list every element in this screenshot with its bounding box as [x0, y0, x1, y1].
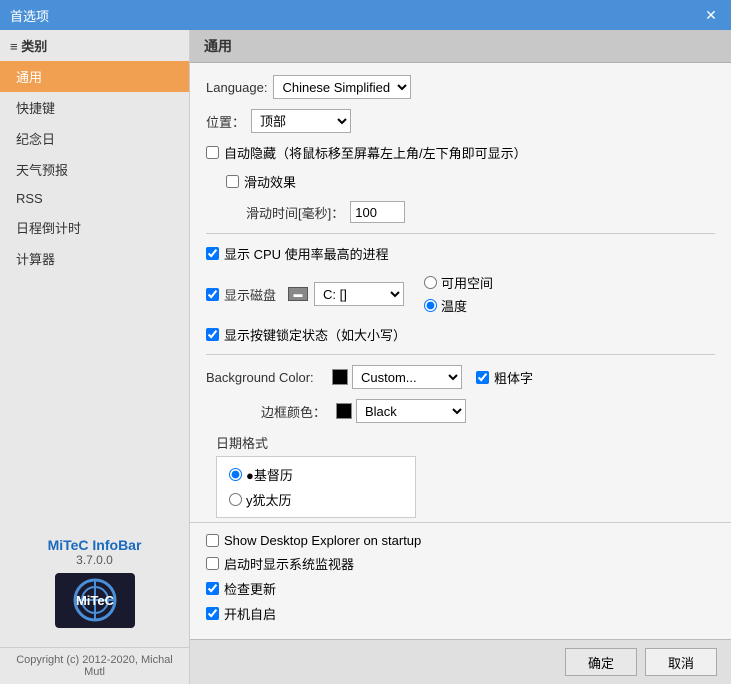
- sidebar-item-shortcuts[interactable]: 快捷键: [0, 92, 189, 123]
- date-hebrew-label[interactable]: y犹太历: [229, 490, 403, 509]
- position-select[interactable]: 顶部 底部: [251, 109, 351, 133]
- window-title: 首选项: [10, 6, 49, 25]
- sidebar-logo: MiTeC InfoBar 3.7.0.0 MiTeC: [0, 527, 189, 647]
- sidebar-section-header: ≡ 类别: [0, 30, 189, 61]
- radio-available[interactable]: [424, 276, 437, 289]
- radio-gregorian[interactable]: [229, 468, 242, 481]
- position-label: 位置：: [206, 112, 245, 131]
- auto-hide-checkbox[interactable]: [206, 146, 219, 159]
- content-area: 通用 Language: Chinese Simplified English …: [190, 30, 731, 684]
- slide-effect-label: 滑动效果: [244, 172, 296, 191]
- radio-available-label[interactable]: 可用空间: [424, 273, 493, 292]
- sidebar-copyright: Copyright (c) 2012-2020, Michal Mutl: [0, 647, 189, 684]
- show-disk-row: 显示磁盘 ▬ C: [] 可用空间: [206, 273, 715, 315]
- show-monitor-row: 启动时显示系统监视器: [206, 554, 715, 573]
- disk-select[interactable]: C: []: [314, 282, 404, 306]
- app-name: MiTeC InfoBar: [10, 537, 179, 553]
- auto-start-label: 开机自启: [224, 604, 276, 623]
- border-color-row: 边框颜色： Black White Gray Custom...: [206, 399, 715, 423]
- sidebar-item-general[interactable]: 通用: [0, 61, 189, 92]
- slide-effect-checkbox[interactable]: [226, 175, 239, 188]
- content-header: 通用: [190, 30, 731, 63]
- show-disk-checkbox[interactable]: [206, 288, 219, 301]
- slide-time-row: 滑动时间[毫秒]：: [246, 201, 715, 223]
- date-gregorian-label[interactable]: ●基督历: [229, 465, 403, 484]
- show-keylock-checkbox[interactable]: [206, 328, 219, 341]
- show-keylock-row: 显示按键锁定状态（如大小写）: [206, 325, 715, 344]
- app-version: 3.7.0.0: [10, 553, 179, 567]
- close-button[interactable]: ✕: [701, 5, 721, 25]
- check-update-checkbox[interactable]: [206, 582, 219, 595]
- bg-color-swatch: [332, 369, 348, 385]
- date-format-box: ●基督历 y犹太历: [216, 456, 416, 518]
- sidebar-item-rss[interactable]: RSS: [0, 185, 189, 212]
- radio-temp-label[interactable]: 温度: [424, 296, 493, 315]
- border-color-swatch: [336, 403, 352, 419]
- sidebar-item-calculator[interactable]: 计算器: [0, 243, 189, 274]
- bg-color-label: Background Color:: [206, 370, 326, 385]
- show-desktop-row: Show Desktop Explorer on startup: [206, 533, 715, 548]
- confirm-button[interactable]: 确定: [565, 648, 637, 676]
- date-format-section: 日期格式 ●基督历 y犹太历: [206, 433, 715, 518]
- slide-time-label: 滑动时间[毫秒]：: [246, 203, 344, 222]
- show-cpu-label: 显示 CPU 使用率最高的进程: [224, 244, 389, 263]
- bold-label: 粗体字: [494, 368, 533, 387]
- radio-temp[interactable]: [424, 299, 437, 312]
- auto-hide-row: 自动隐藏（将鼠标移至屏幕左上角/左下角即可显示）: [206, 143, 715, 162]
- mitec-logo: MiTeC: [55, 573, 135, 628]
- show-monitor-label: 启动时显示系统监视器: [224, 554, 354, 573]
- auto-start-row: 开机自启: [206, 604, 715, 623]
- sidebar-item-weather[interactable]: 天气预报: [0, 154, 189, 185]
- radio-hebrew[interactable]: [229, 493, 242, 506]
- show-disk-label: 显示磁盘: [224, 285, 276, 304]
- svg-text:MiTeC: MiTeC: [75, 593, 114, 608]
- position-row: 位置： 顶部 底部: [206, 109, 715, 133]
- disk-icon: ▬: [288, 287, 308, 301]
- bg-color-row: Background Color: Custom... Black White …: [206, 365, 715, 389]
- show-cpu-checkbox[interactable]: [206, 247, 219, 260]
- language-label: Language:: [206, 80, 267, 95]
- auto-hide-label: 自动隐藏（将鼠标移至屏幕左上角/左下角即可显示）: [224, 143, 527, 162]
- content-body: Language: Chinese Simplified English Ger…: [190, 63, 731, 522]
- bold-container: 粗体字: [476, 368, 533, 387]
- show-cpu-row: 显示 CPU 使用率最高的进程: [206, 244, 715, 263]
- disk-select-container: ▬ C: []: [288, 282, 404, 306]
- bottom-section: Show Desktop Explorer on startup 启动时显示系统…: [190, 522, 731, 639]
- date-format-label: 日期格式: [216, 433, 709, 452]
- check-update-label: 检查更新: [224, 579, 276, 598]
- show-monitor-checkbox[interactable]: [206, 557, 219, 570]
- slide-time-input[interactable]: [350, 201, 405, 223]
- sidebar-item-anniversary[interactable]: 纪念日: [0, 123, 189, 154]
- bg-color-select[interactable]: Custom... Black White: [352, 365, 462, 389]
- slide-effect-row: 滑动效果: [226, 172, 715, 191]
- sidebar-item-countdown[interactable]: 日程倒计时: [0, 212, 189, 243]
- language-select[interactable]: Chinese Simplified English German French: [273, 75, 411, 99]
- title-bar: 首选项 ✕: [0, 0, 731, 30]
- auto-start-checkbox[interactable]: [206, 607, 219, 620]
- border-color-select[interactable]: Black White Gray Custom...: [356, 399, 466, 423]
- sidebar: ≡ 类别 通用 快捷键 纪念日 天气预报 RSS 日程倒计时 计算器 MiTeC…: [0, 30, 190, 684]
- show-keylock-label: 显示按键锁定状态（如大小写）: [224, 325, 406, 344]
- disk-radio-group: 可用空间 温度: [424, 273, 493, 315]
- cancel-button[interactable]: 取消: [645, 648, 717, 676]
- border-color-label: 边框颜色：: [206, 402, 326, 421]
- check-update-row: 检查更新: [206, 579, 715, 598]
- bold-checkbox[interactable]: [476, 371, 489, 384]
- show-desktop-label: Show Desktop Explorer on startup: [224, 533, 421, 548]
- show-desktop-checkbox[interactable]: [206, 534, 219, 547]
- footer-bar: 确定 取消: [190, 639, 731, 684]
- language-row: Language: Chinese Simplified English Ger…: [206, 75, 715, 99]
